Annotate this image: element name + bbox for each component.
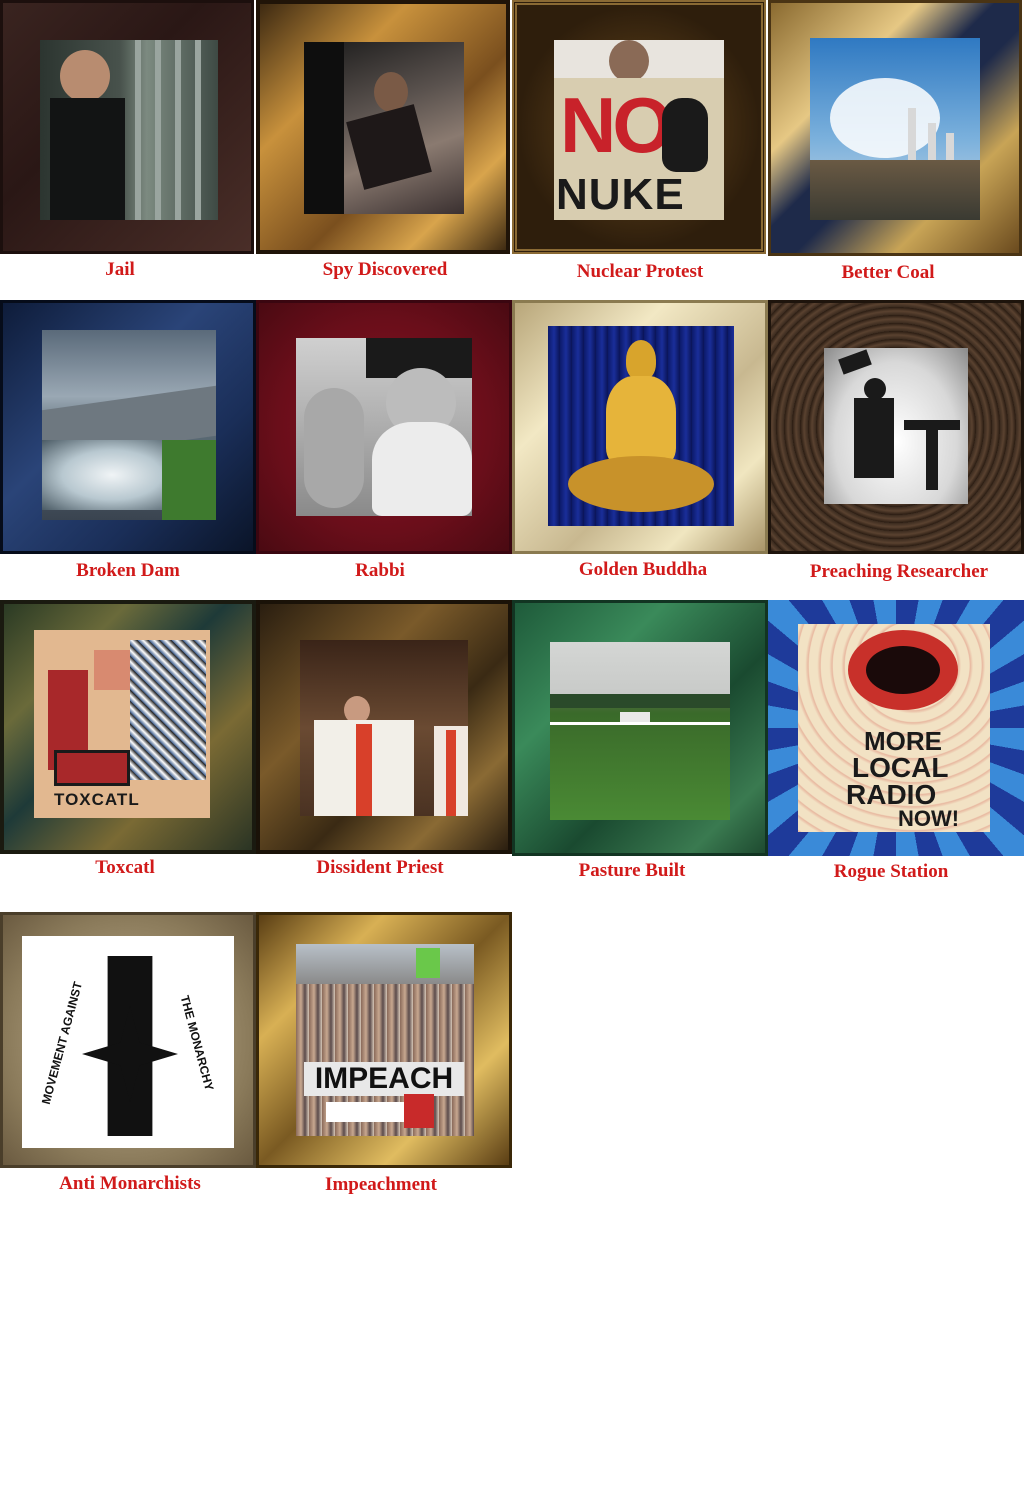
painting-card-dissident-priest[interactable]: Dissident Priest: [256, 600, 512, 890]
monarchy-logo: MOVEMENT AGAINST THE MONARCHY: [22, 936, 234, 1148]
painting-card-broken-dam[interactable]: Broken Dam: [0, 300, 256, 590]
painting-title[interactable]: Pasture Built: [512, 860, 752, 882]
sign-no-text: NO: [560, 81, 673, 169]
radio-poster: MORE LOCAL RADIO NOW!: [798, 624, 990, 832]
preacher-photo: [824, 348, 968, 504]
priest-photo: [300, 640, 468, 816]
poster-line-1: MORE: [864, 726, 942, 756]
painting-card-better-coal[interactable]: Better Coal: [768, 0, 1024, 290]
hand-icon: [662, 98, 708, 172]
painting-title[interactable]: Preaching Researcher: [768, 561, 1024, 583]
painting-card-pasture-built[interactable]: Pasture Built: [512, 600, 768, 890]
poster-line-4: NOW!: [898, 806, 960, 831]
painting-card-jail[interactable]: Jail: [0, 0, 256, 290]
painting-title[interactable]: Broken Dam: [0, 560, 256, 582]
rabbi-photo: [296, 338, 472, 516]
painting-card-spy-discovered[interactable]: Spy Discovered: [256, 0, 512, 290]
pasture-photo: [550, 642, 730, 820]
painting-card-nuclear-protest[interactable]: NO NUKE Nuclear Protest: [512, 0, 768, 290]
painting-title[interactable]: Jail: [0, 259, 240, 281]
sign-nuke-text: NUKE: [556, 170, 685, 219]
painting-title[interactable]: Nuclear Protest: [512, 261, 768, 283]
painting-title[interactable]: Dissident Priest: [256, 857, 504, 879]
jail-photo: [40, 40, 218, 220]
painting-card-preaching-researcher[interactable]: Preaching Researcher: [768, 300, 1024, 590]
protest-photo: NO NUKE: [554, 40, 724, 220]
poster-line-3: RADIO: [846, 779, 937, 810]
painting-card-rabbi[interactable]: Rabbi: [256, 300, 512, 590]
painting-title[interactable]: Toxcatl: [0, 857, 250, 879]
painting-title[interactable]: Impeachment: [256, 1174, 506, 1196]
painting-card-golden-buddha[interactable]: Golden Buddha: [512, 300, 768, 590]
painting-title[interactable]: Rogue Station: [768, 861, 1014, 883]
painting-title[interactable]: Better Coal: [768, 262, 1008, 284]
codex-painting: TOXCATL: [34, 630, 210, 818]
painting-card-toxcatl[interactable]: TOXCATL Toxcatl: [0, 600, 256, 890]
painting-card-anti-monarchists[interactable]: MOVEMENT AGAINST THE MONARCHY Anti Monar…: [0, 912, 256, 1202]
poster-line-2: LOCAL: [852, 752, 949, 783]
toxcatl-text: TOXCATL: [54, 790, 140, 809]
painting-title[interactable]: Spy Discovered: [256, 259, 514, 281]
impeach-banner: IMPEACH: [304, 1062, 464, 1096]
painting-title[interactable]: Anti Monarchists: [0, 1173, 260, 1195]
logo-text-left: MOVEMENT AGAINST: [38, 980, 86, 1106]
painting-card-rogue-station[interactable]: MORE LOCAL RADIO NOW! Rogue Station: [768, 600, 1024, 890]
impeach-photo: IMPEACH: [296, 944, 474, 1136]
spy-photo: [304, 42, 464, 214]
gallery-page: { "cards": [ {"title": "Jail"}, {"title"…: [0, 0, 1024, 1502]
coal-plant-photo: [810, 38, 980, 220]
painting-title[interactable]: Rabbi: [256, 560, 504, 582]
logo-text-right: THE MONARCHY: [177, 993, 217, 1093]
buddha-photo: [548, 326, 734, 526]
painting-title[interactable]: Golden Buddha: [512, 559, 774, 581]
painting-card-impeachment[interactable]: IMPEACH Impeachment: [256, 912, 512, 1202]
dam-photo: [42, 330, 216, 520]
